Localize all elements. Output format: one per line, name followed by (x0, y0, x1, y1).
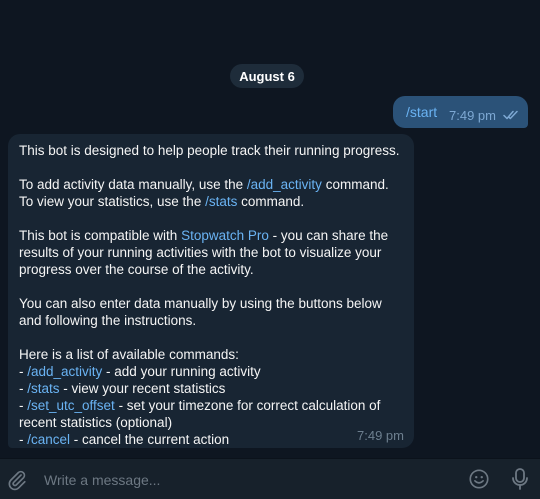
command-list-item: - /cancel - cancel the current action (19, 431, 403, 448)
command-description: - cancel the current action (70, 432, 230, 447)
incoming-message[interactable]: This bot is designed to help people trac… (8, 134, 414, 448)
stopwatch-pro-link[interactable]: Stopwatch Pro (181, 228, 269, 243)
stats-command-link[interactable]: /stats (27, 381, 59, 396)
chat-area: August 6 /start 7:49 pm This bot is desi… (0, 0, 540, 455)
date-separator: August 6 (230, 64, 304, 88)
outgoing-message-time: 7:49 pm (449, 108, 496, 123)
command-list-item: - /add_activity - add your running activ… (19, 363, 403, 380)
list-prefix: - (19, 398, 28, 413)
message-paragraph-intro: This bot is designed to help people trac… (19, 143, 400, 158)
stats-command-link[interactable]: /stats (205, 194, 237, 209)
emoji-icon[interactable] (468, 468, 490, 495)
set-utc-offset-command-link[interactable]: /set_utc_offset (27, 398, 115, 413)
commands-title: Here is a list of available commands: (19, 347, 239, 362)
message-paragraph-add: To add activity data manually, use the /… (19, 176, 403, 210)
list-prefix: - (19, 364, 28, 379)
date-label: August 6 (239, 68, 295, 84)
microphone-icon[interactable] (510, 467, 530, 496)
message-paragraph-compatible: This bot is compatible with Stopwatch Pr… (19, 227, 403, 278)
cancel-command-link[interactable]: /cancel (27, 432, 70, 447)
incoming-message-time: 7:49 pm (357, 428, 404, 443)
outgoing-message-text[interactable]: /start (406, 104, 437, 120)
message-composer (0, 458, 540, 499)
message-paragraph-commands: Here is a list of available commands: - … (19, 346, 403, 448)
command-list-item: - /stats - view your recent statistics (19, 380, 403, 397)
add-activity-command-link[interactable]: /add_activity (27, 364, 102, 379)
message-text: command. (237, 194, 305, 209)
outgoing-message[interactable]: /start 7:49 pm (393, 96, 528, 128)
add-activity-command-link[interactable]: /add_activity (247, 177, 322, 192)
command-description: - add your running activity (102, 364, 261, 379)
message-input[interactable] (42, 469, 446, 491)
message-text: This bot is compatible with (19, 228, 182, 243)
double-check-icon (503, 107, 519, 125)
paperclip-icon[interactable] (6, 469, 28, 496)
list-prefix: - (19, 381, 28, 396)
message-text: To add activity data manually, use the (19, 177, 247, 192)
list-prefix: - (19, 432, 28, 447)
command-list-item: - /set_utc_offset - set your timezone fo… (19, 397, 403, 431)
message-paragraph-manual: You can also enter data manually by usin… (19, 296, 382, 328)
command-description: - view your recent statistics (59, 381, 226, 396)
